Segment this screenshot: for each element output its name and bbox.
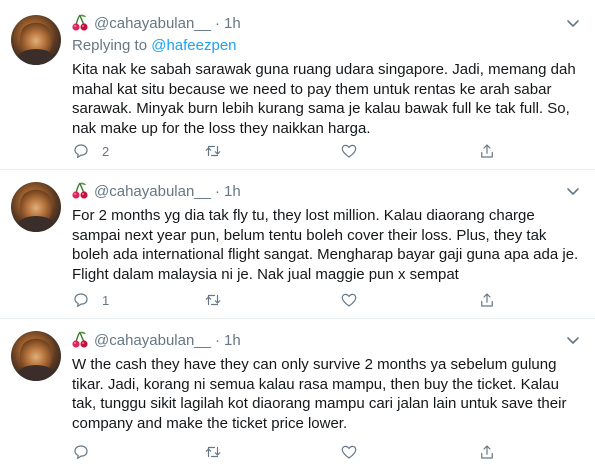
share-button[interactable] [478, 291, 496, 309]
reply-count: 2 [102, 143, 110, 159]
cherry-emoji-icon [72, 331, 88, 348]
mention-link[interactable]: @hafeezpen [151, 37, 236, 54]
share-icon [481, 293, 493, 307]
chevron-down-icon[interactable] [565, 183, 581, 199]
avatar[interactable] [11, 331, 61, 381]
tweet-thread: @cahayabulan__ · 1h Replying to @hafeezp… [0, 0, 595, 471]
separator-dot: · [214, 331, 220, 349]
retweet-icon [205, 294, 221, 306]
avatar[interactable] [11, 15, 61, 65]
chevron-down-icon[interactable] [565, 332, 581, 348]
tweet-actions: 2 [72, 142, 512, 162]
tweet-header: @cahayabulan__ · 1h [72, 181, 241, 201]
chevron-down-icon[interactable] [565, 15, 581, 31]
share-icon [481, 445, 493, 459]
reply-icon [74, 293, 88, 307]
like-button[interactable] [340, 142, 370, 160]
reply-button[interactable]: 2 [72, 142, 109, 160]
like-icon [341, 144, 357, 158]
tweet[interactable]: @cahayabulan__ · 1h Replying to @hafeezp… [0, 0, 595, 170]
share-button[interactable] [478, 142, 496, 160]
reply-icon [74, 144, 88, 158]
cherry-emoji-icon [72, 14, 88, 31]
replying-label: Replying to [72, 37, 148, 54]
avatar[interactable] [11, 182, 61, 232]
timestamp[interactable]: 1h [224, 183, 241, 200]
cherry-emoji-icon [72, 182, 88, 199]
reply-button[interactable] [72, 443, 102, 461]
retweet-button[interactable] [204, 291, 234, 309]
timestamp[interactable]: 1h [224, 15, 241, 32]
timestamp[interactable]: 1h [224, 332, 241, 349]
separator-dot: · [214, 14, 220, 32]
retweet-icon [205, 446, 221, 458]
username[interactable]: @cahayabulan__ [94, 332, 211, 349]
retweet-button[interactable] [204, 443, 234, 461]
tweet-text: For 2 months yg dia tak fly tu, they los… [72, 207, 579, 283]
reply-button[interactable]: 1 [72, 291, 109, 309]
replying-to: Replying to @hafeezpen [72, 37, 237, 54]
retweet-icon [205, 145, 221, 157]
like-button[interactable] [340, 291, 370, 309]
share-icon [481, 144, 493, 158]
share-button[interactable] [478, 443, 496, 461]
tweet-actions: 1 [72, 291, 512, 311]
like-button[interactable] [340, 443, 370, 461]
tweet[interactable]: @cahayabulan__ · 1h W the cash they have… [0, 319, 595, 471]
like-icon [341, 293, 357, 307]
tweet[interactable]: @cahayabulan__ · 1h For 2 months yg dia … [0, 170, 595, 319]
reply-icon [74, 445, 88, 459]
tweet-text: Kita nak ke sabah sarawak guna ruang uda… [72, 61, 576, 137]
username[interactable]: @cahayabulan__ [94, 183, 211, 200]
separator-dot: · [214, 182, 220, 200]
like-icon [341, 445, 357, 459]
tweet-text: W the cash they have they can only survi… [72, 356, 567, 432]
retweet-button[interactable] [204, 142, 234, 160]
tweet-actions [72, 443, 512, 463]
reply-count: 1 [102, 292, 110, 308]
username[interactable]: @cahayabulan__ [94, 15, 211, 32]
tweet-header: @cahayabulan__ · 1h [72, 330, 241, 350]
tweet-header: @cahayabulan__ · 1h [72, 13, 241, 33]
